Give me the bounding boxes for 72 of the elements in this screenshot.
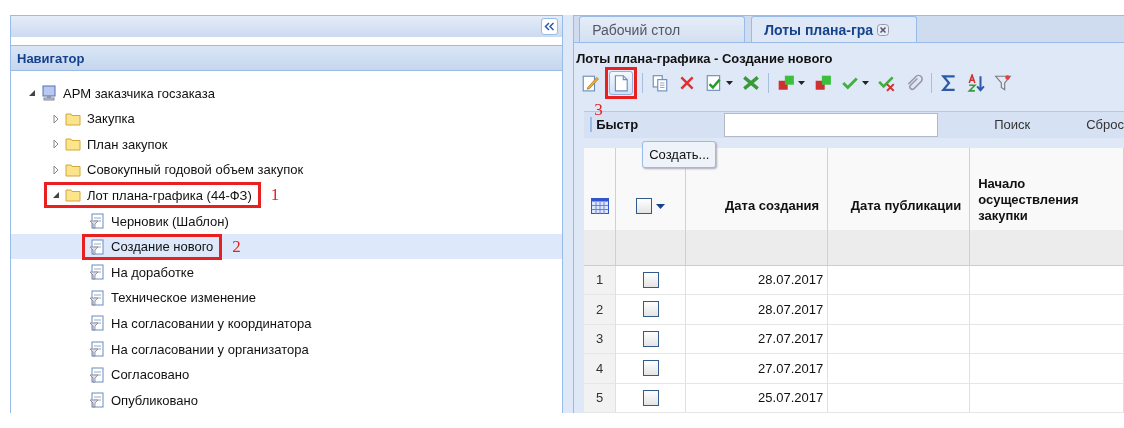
tab[interactable]: Рабочий стол — [579, 16, 746, 42]
squares-icon — [777, 73, 796, 92]
caret-icon — [726, 80, 734, 85]
collapse-panel-button[interactable] — [541, 18, 559, 36]
document-filter-icon — [89, 238, 105, 255]
document-filter-icon — [89, 264, 105, 281]
document-filter-icon — [89, 366, 105, 383]
tree-item[interactable]: Закупка — [87, 111, 135, 127]
checkbox[interactable] — [642, 301, 659, 318]
caret-icon[interactable] — [656, 203, 666, 209]
row-number: 2 — [584, 295, 617, 325]
page-icon — [612, 73, 631, 92]
tree-item[interactable]: Согласовано — [111, 367, 190, 383]
close-icon[interactable] — [877, 23, 890, 36]
folder-icon — [65, 161, 81, 178]
table-cell: 28.07.2017 — [686, 295, 829, 325]
tree-item[interactable]: На согласовании у координатора — [111, 315, 312, 331]
tree-item[interactable]: На доработке — [111, 264, 194, 280]
checkbox[interactable] — [642, 330, 659, 347]
panel-title: Лоты плана-графика - Создание нового — [575, 50, 834, 67]
tooltip: Создать... — [642, 141, 717, 168]
folder-icon — [65, 110, 81, 127]
table-cell: 28.07.2017 — [686, 265, 829, 295]
squares-icon — [814, 73, 833, 92]
tree-item[interactable]: Лот плана-графика (44-ФЗ) — [87, 187, 252, 203]
row-number: 5 — [584, 383, 617, 413]
tab[interactable]: Лоты плана-гра — [751, 16, 918, 42]
caret-icon — [798, 80, 806, 85]
edit-icon — [581, 73, 600, 92]
document-filter-icon — [89, 289, 105, 306]
tree-item[interactable]: Техническое изменение — [111, 290, 256, 306]
tree-item[interactable]: Создание нового — [111, 239, 214, 255]
excel-icon — [742, 73, 761, 92]
navigator-header: Навигатор — [11, 45, 563, 72]
tree-item[interactable]: АРМ заказчика госзаказа — [63, 85, 215, 101]
document-filter-icon — [89, 315, 105, 332]
double-chevron-icon — [544, 22, 556, 32]
paperclip-icon — [905, 73, 924, 92]
caret-icon — [862, 80, 870, 85]
grid-icon[interactable] — [590, 198, 609, 214]
copy-icon — [651, 73, 670, 92]
column-header[interactable]: Начало осуществления закупки — [970, 147, 1124, 266]
annotation-number: 1 — [270, 185, 280, 206]
tree-item[interactable]: На согласовании у организатора — [111, 341, 309, 357]
annotation-number: 3 — [594, 99, 603, 120]
folder-icon — [65, 136, 81, 153]
row-number: 3 — [584, 324, 617, 354]
column-header[interactable]: Дата публикации — [828, 147, 971, 266]
checkbox[interactable] — [636, 198, 653, 214]
search-field[interactable] — [724, 112, 939, 137]
funnel-icon — [994, 73, 1013, 92]
table-cell: 27.07.2017 — [686, 324, 829, 354]
document-filter-icon — [89, 341, 105, 357]
tree-item[interactable]: Совокупный годовой объем закупок — [87, 162, 304, 178]
document-filter-icon — [89, 213, 105, 230]
sort-icon — [967, 73, 986, 92]
tree-item[interactable]: Опубликовано — [111, 392, 198, 408]
document-filter-icon — [89, 392, 105, 409]
table-cell: 25.07.2017 — [686, 383, 829, 413]
tree-item[interactable]: Черновик (Шаблон) — [111, 213, 229, 229]
table-cell: 27.07.2017 — [686, 354, 829, 384]
checkbox[interactable] — [642, 271, 659, 288]
computer-icon — [41, 85, 57, 102]
tree-item[interactable]: План закупок — [87, 136, 168, 152]
search-button[interactable]: Поиск — [994, 117, 1031, 133]
checkbox[interactable] — [642, 389, 659, 406]
checkbox[interactable] — [642, 360, 659, 377]
row-number: 1 — [584, 265, 617, 295]
annotation-number: 2 — [232, 236, 241, 257]
row-number: 4 — [584, 354, 617, 384]
reset-button[interactable]: Сброс — [1086, 117, 1124, 133]
folder-icon — [65, 187, 81, 204]
